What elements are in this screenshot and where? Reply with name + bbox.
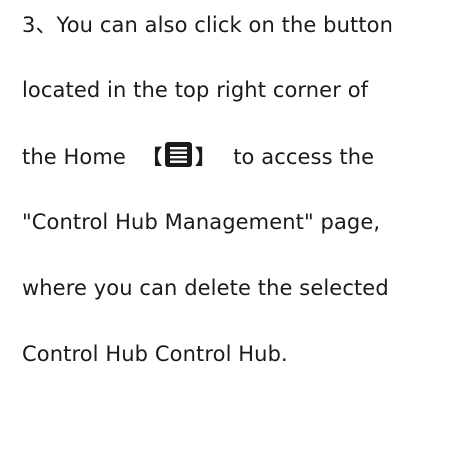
access-text: to access the (233, 145, 375, 169)
menu-icon (165, 142, 193, 167)
bracket-open: 【 (141, 145, 163, 169)
instruction-line-1: 3、You can also click on the button (22, 13, 394, 37)
instruction-line-6: Control Hub Control Hub. (22, 342, 288, 366)
instruction-line-3: the Home 【 】 to access the (22, 142, 374, 171)
instruction-line-5: where you can delete the selected (22, 276, 389, 300)
instruction-line-4: "Control Hub Management" page, (22, 210, 381, 234)
bracket-close: 】 (195, 145, 216, 169)
home-text: the Home (22, 145, 126, 169)
instruction-line-2: located in the top right corner of (22, 78, 369, 102)
